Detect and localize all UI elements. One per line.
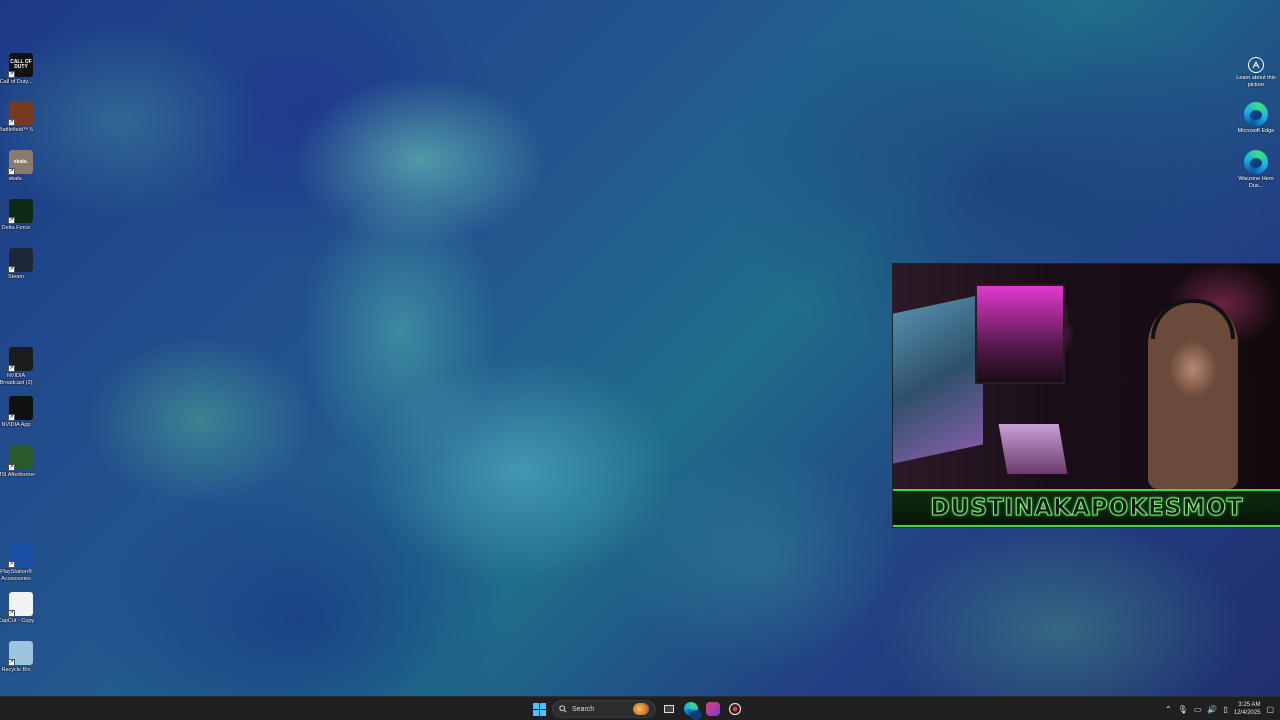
desktop-icon-label: Delta Force <box>1 225 31 231</box>
shortcut-arrow-icon: ↗ <box>8 217 15 224</box>
capcut-icon: ↗ <box>8 592 33 617</box>
msi-afterburner-icon: ↗ <box>8 446 33 471</box>
battlefield-6-icon: ↗ <box>8 101 33 126</box>
desktop-icon-label: MSI Afterburner <box>0 472 36 478</box>
desktop-icon-label: Steam <box>8 274 24 280</box>
shortcut-arrow-icon: ↗ <box>8 610 15 617</box>
desktop-icon-nvbroadcast[interactable]: ↗ NVIDIA Broadcast (2) <box>0 347 36 387</box>
battery-icon[interactable]: ▯ <box>1223 705 1227 714</box>
desktop-icon-label: Recycle Bin <box>1 667 31 673</box>
desktop-icon-label: Microsoft Edge <box>1237 128 1275 134</box>
desktop-icon-label: Warzone Hero Dus... <box>1238 176 1274 189</box>
task-view-button[interactable] <box>660 700 678 718</box>
notification-icon[interactable]: ▢ <box>1266 705 1274 714</box>
shortcut-arrow-icon: ↗ <box>8 365 15 372</box>
system-tray: ⌃ 🎙 ▭ 🔊 ▯ 3:25 AM 12/4/2025 ▢ <box>1165 699 1274 719</box>
desktop-icon-warzone-hero[interactable]: Warzone Hero Dus... <box>1236 150 1276 190</box>
webcam-keyboard <box>998 424 1068 474</box>
shortcut-arrow-icon: ↗ <box>8 659 15 666</box>
desktop-icon-nvapp[interactable]: ↗ NVIDIA App <box>0 396 36 429</box>
desktop-icon-label: skate. <box>8 176 24 182</box>
icon-text: CALL OF DUTY <box>10 59 32 70</box>
desktop-icon-label: Call of Duty... <box>0 79 33 85</box>
search-icon <box>559 705 567 713</box>
call-of-duty-icon: CALL OF DUTY ↗ <box>8 53 33 78</box>
desktop-icon-microsoft-edge[interactable]: Microsoft Edge <box>1236 102 1276 135</box>
windows-icon <box>532 702 546 716</box>
desktop-icon-steam[interactable]: ↗ Steam <box>0 248 36 281</box>
desktop-icon-label: Battlefield™ 6 <box>0 127 34 133</box>
recorder-icon <box>728 702 742 716</box>
desktop-icon-label: Learn about this picture <box>1236 75 1276 88</box>
playstation-accessories-icon: ↗ <box>8 543 33 568</box>
desktop-icon-learn-about-picture[interactable]: Learn about this picture <box>1236 57 1276 89</box>
microphone-icon[interactable]: 🎙 <box>1178 705 1188 714</box>
webcam-monitor <box>893 294 983 464</box>
search-label: Search <box>572 705 595 713</box>
shortcut-arrow-icon: ↗ <box>8 561 15 568</box>
taskbar-app-recorder[interactable] <box>726 700 744 718</box>
edge-icon <box>684 702 702 720</box>
chevron-up-icon[interactable]: ⌃ <box>1165 705 1172 714</box>
learn-about-picture-icon <box>1248 57 1264 73</box>
taskbar-edge[interactable] <box>682 700 702 720</box>
desktop-icon-label: PlayStation® Accessories <box>0 569 32 582</box>
desktop-icon-skate[interactable]: skate. ↗ skate. <box>0 150 36 183</box>
nvidia-broadcast-icon: ↗ <box>8 347 33 372</box>
shortcut-arrow-icon: ↗ <box>8 168 15 175</box>
clock-date: 12/4/2025 <box>1233 710 1261 716</box>
nvidia-app-icon: ↗ <box>8 396 33 421</box>
streamer-name: DUSTINAKAPOKESMOT <box>930 495 1244 522</box>
skate-icon: skate. ↗ <box>8 150 33 175</box>
desktop-icon-ps[interactable]: ↗ PlayStation® Accessories <box>0 543 36 583</box>
desktop-icon-recycle[interactable]: ↗ Recycle Bin <box>0 641 36 674</box>
start-button[interactable] <box>530 700 548 718</box>
desktop-icon-label: CapCut - Copy <box>0 618 35 624</box>
search-highlight-icon <box>633 703 649 715</box>
network-icon[interactable]: ▭ <box>1194 705 1202 714</box>
shortcut-arrow-icon: ↗ <box>8 119 15 126</box>
edge-icon <box>1244 102 1268 126</box>
webcam-name-banner: DUSTINAKAPOKESMOT <box>893 489 1280 527</box>
taskbar-app-discord[interactable] <box>704 700 722 718</box>
shortcut-arrow-icon: ↗ <box>8 464 15 471</box>
icon-text: skate. <box>13 158 29 165</box>
desktop-icon-capcut[interactable]: ↗ CapCut - Copy <box>0 592 36 625</box>
clock[interactable]: 3:25 AM 12/4/2025 <box>1234 701 1261 717</box>
webcam-headset <box>1151 299 1235 339</box>
webcam-video <box>893 264 1280 489</box>
desktop-icon-label: NVIDIA App <box>1 422 31 428</box>
discord-icon <box>706 702 720 716</box>
shortcut-arrow-icon: ↗ <box>8 266 15 273</box>
desktop-icon-msi[interactable]: ↗ MSI Afterburner <box>0 446 36 479</box>
volume-icon[interactable]: 🔊 <box>1207 705 1217 714</box>
recycle-bin-icon: ↗ <box>8 641 33 666</box>
taskbar-search[interactable]: Search <box>552 700 656 718</box>
clock-time: 3:25 AM <box>1238 702 1261 708</box>
steam-icon: ↗ <box>8 248 33 273</box>
webcam-overlay: DUSTINAKAPOKESMOT <box>892 263 1280 528</box>
delta-force-icon: ↗ <box>8 199 33 224</box>
shortcut-arrow-icon: ↗ <box>8 414 15 421</box>
desktop-icon-delta[interactable]: ↗ Delta Force <box>0 199 36 232</box>
webcam-pc-case <box>975 284 1065 384</box>
desktop-icon-label: NVIDIA Broadcast (2) <box>0 373 33 386</box>
desktop-icon-bf6[interactable]: ↗ Battlefield™ 6 <box>0 101 36 134</box>
task-view-icon <box>664 705 674 713</box>
taskbar-center: Search <box>530 699 744 720</box>
shortcut-arrow-icon: ↗ <box>8 71 15 78</box>
desktop-icon-cod[interactable]: CALL OF DUTY ↗ Call of Duty... <box>0 53 36 86</box>
edge-icon <box>1244 150 1268 174</box>
taskbar: Search ⌃ 🎙 ▭ 🔊 ▯ 3:25 AM 12/4/2025 ▢ <box>0 696 1280 720</box>
